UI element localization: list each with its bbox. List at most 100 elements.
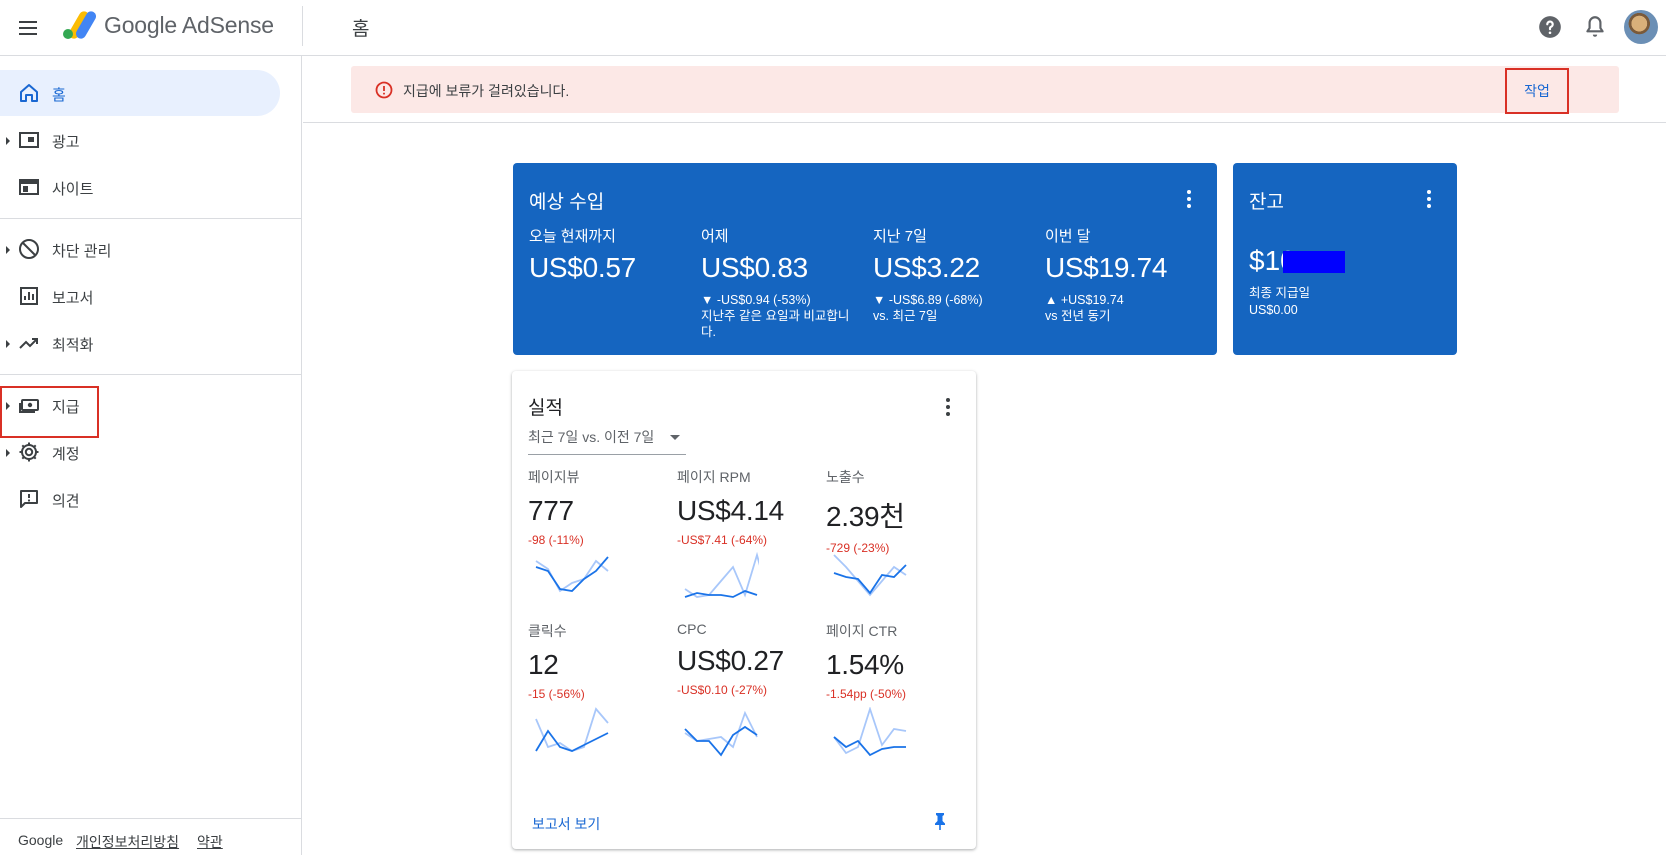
expand-arrow-icon[interactable] (6, 340, 10, 348)
sidebar-item-label: 홈 (52, 87, 66, 104)
sidebar-item-label: 차단 관리 (52, 243, 112, 260)
ads-icon (19, 132, 39, 148)
sidebar-item-sites[interactable]: 사이트 (0, 164, 280, 210)
change-value: ▲ +US$19.74 (1045, 293, 1124, 307)
metric-value: US$0.57 (529, 252, 636, 283)
metric-change: -1.54pp (-50%) (826, 687, 907, 701)
more-options-icon[interactable] (936, 395, 960, 419)
metric-clicks[interactable]: 클릭수 12 -15 (-56%) (528, 621, 668, 701)
metric-change: -15 (-56%) (528, 687, 585, 701)
metric-change: -98 (-11%) (528, 533, 584, 547)
last-payment: 최종 지급일 US$0.00 (1249, 285, 1310, 319)
sidebar-item-account[interactable]: 계정 (0, 429, 280, 475)
pin-icon[interactable] (930, 811, 950, 831)
expand-arrow-icon[interactable] (6, 137, 10, 145)
last-payment-label: 최종 지급일 (1249, 286, 1310, 300)
sidebar-item-label: 계정 (52, 446, 80, 463)
sidebar: 홈 광고 사이트 차단 관리 보고서 최적화 지급 계정 의견 Google 개… (0, 56, 302, 855)
sidebar-item-feedback[interactable]: 의견 (0, 476, 280, 522)
terms-link[interactable]: 약관 (197, 832, 223, 852)
avatar[interactable] (1624, 10, 1658, 44)
alert-action-button[interactable]: 작업 (1505, 68, 1569, 114)
divider (302, 6, 303, 46)
feedback-icon (20, 490, 38, 508)
divider (0, 218, 302, 219)
metric-label: 오늘 현재까지 (529, 228, 616, 245)
alert-text: 지급에 보류가 걸려있습니다. (403, 83, 570, 99)
date-range-select[interactable]: 최근 7일 vs. 이전 7일 (528, 427, 686, 455)
more-options-icon[interactable] (1177, 187, 1201, 211)
sidebar-item-blocking[interactable]: 차단 관리 (0, 226, 280, 272)
sidebar-item-label: 최적화 (52, 337, 94, 354)
top-app-bar: Google AdSense 홈 (0, 0, 1666, 56)
error-icon (375, 81, 393, 99)
earnings-last-7-days: 지난 7일 US$3.22 ▼ -US$6.89 (-68%) vs. 최근 7… (873, 225, 1033, 324)
trending-icon (19, 338, 38, 349)
payment-hold-alert: 지급에 보류가 걸려있습니다. 작업 (351, 66, 1619, 114)
menu-icon[interactable] (16, 16, 40, 40)
metric-label: 지난 7일 (873, 228, 927, 245)
adsense-logo-icon (63, 11, 96, 39)
metric-change: -US$7.41 (-64%) (677, 533, 768, 547)
expand-arrow-icon[interactable] (6, 449, 10, 457)
sparkline (833, 707, 907, 757)
metric-pageviews[interactable]: 페이지뷰 777 -98 (-11%) (528, 467, 668, 547)
sidebar-item-reports[interactable]: 보고서 (0, 273, 280, 319)
sidebar-item-optimization[interactable]: 최적화 (0, 320, 280, 366)
privacy-link[interactable]: 개인정보처리방침 (76, 832, 179, 852)
metric-value: US$0.27 (677, 645, 784, 676)
metric-value: US$4.14 (677, 495, 784, 526)
sparkline (535, 707, 609, 752)
metric-value: 777 (528, 495, 574, 526)
chevron-down-icon (670, 435, 680, 440)
change-note: vs 전년 동기 (1045, 309, 1111, 323)
metric-label: 페이지 CTR (826, 623, 898, 639)
metric-value: 1.54% (826, 649, 904, 680)
metric-page-ctr[interactable]: 페이지 CTR 1.54% -1.54pp (-50%) (826, 621, 966, 701)
metric-label: 페이지 RPM (677, 469, 751, 485)
date-range-value: 최근 7일 vs. 이전 7일 (528, 429, 655, 445)
gear-icon (19, 442, 39, 462)
sparkline (535, 556, 609, 593)
sidebar-item-label: 보고서 (52, 290, 94, 307)
divider (0, 374, 302, 375)
metric-label: 클릭수 (528, 623, 567, 639)
page-title: 홈 (352, 19, 370, 40)
notifications-icon[interactable] (1582, 14, 1608, 40)
change-value: ▼ -US$6.89 (-68%) (873, 293, 983, 307)
change-note: 지난주 같은 요일과 비교합니다. (701, 309, 850, 339)
performance-card: 실적 최근 7일 vs. 이전 7일 페이지뷰 777 -98 (-11%) 페… (512, 371, 976, 849)
sidebar-item-home[interactable]: 홈 (0, 70, 280, 116)
change-value: ▼ -US$0.94 (-53%) (701, 293, 811, 307)
metric-value: US$3.22 (873, 252, 980, 283)
earnings-today: 오늘 현재까지 US$0.57 (529, 225, 689, 284)
earnings-this-month: 이번 달 US$19.74 ▲ +US$19.74 vs 전년 동기 (1045, 225, 1205, 324)
google-label: Google (18, 832, 64, 848)
block-icon (19, 239, 39, 259)
sidebar-footer: Google 개인정보처리방침 약관 (0, 818, 302, 855)
brand-name[interactable]: Google AdSense (104, 12, 274, 39)
metric-value: 2.39천 (826, 501, 905, 532)
metric-page-rpm[interactable]: 페이지 RPM US$4.14 -US$7.41 (-64%) (677, 467, 817, 547)
metric-value: US$19.74 (1045, 252, 1168, 283)
help-icon[interactable] (1537, 14, 1563, 40)
expand-arrow-icon[interactable] (6, 246, 10, 254)
metric-impressions[interactable]: 노출수 2.39천 -729 (-23%) (826, 467, 966, 555)
balance-card: 잔고 $10 최종 지급일 US$0.00 (1233, 163, 1457, 355)
card-title: 예상 수입 (529, 192, 605, 213)
sparkline (833, 554, 907, 597)
metric-label: 어제 (701, 228, 729, 245)
view-report-link[interactable]: 보고서 보기 (532, 814, 600, 834)
sidebar-item-label: 광고 (52, 134, 80, 151)
metric-cpc[interactable]: CPC US$0.27 -US$0.10 (-27%) (677, 621, 817, 697)
metric-label: 페이지뷰 (528, 469, 580, 485)
earnings-yesterday: 어제 US$0.83 ▼ -US$0.94 (-53%) 지난주 같은 요일과 … (701, 225, 861, 340)
metric-change: ▲ +US$19.74 vs 전년 동기 (1045, 292, 1205, 324)
sparkline (684, 710, 758, 757)
sidebar-item-label: 의견 (52, 493, 80, 510)
change-note: vs. 최근 7일 (873, 309, 938, 323)
sidebar-item-ads[interactable]: 광고 (0, 117, 280, 163)
home-icon (20, 84, 38, 102)
metric-value: US$0.83 (701, 252, 808, 283)
more-options-icon[interactable] (1417, 187, 1441, 211)
